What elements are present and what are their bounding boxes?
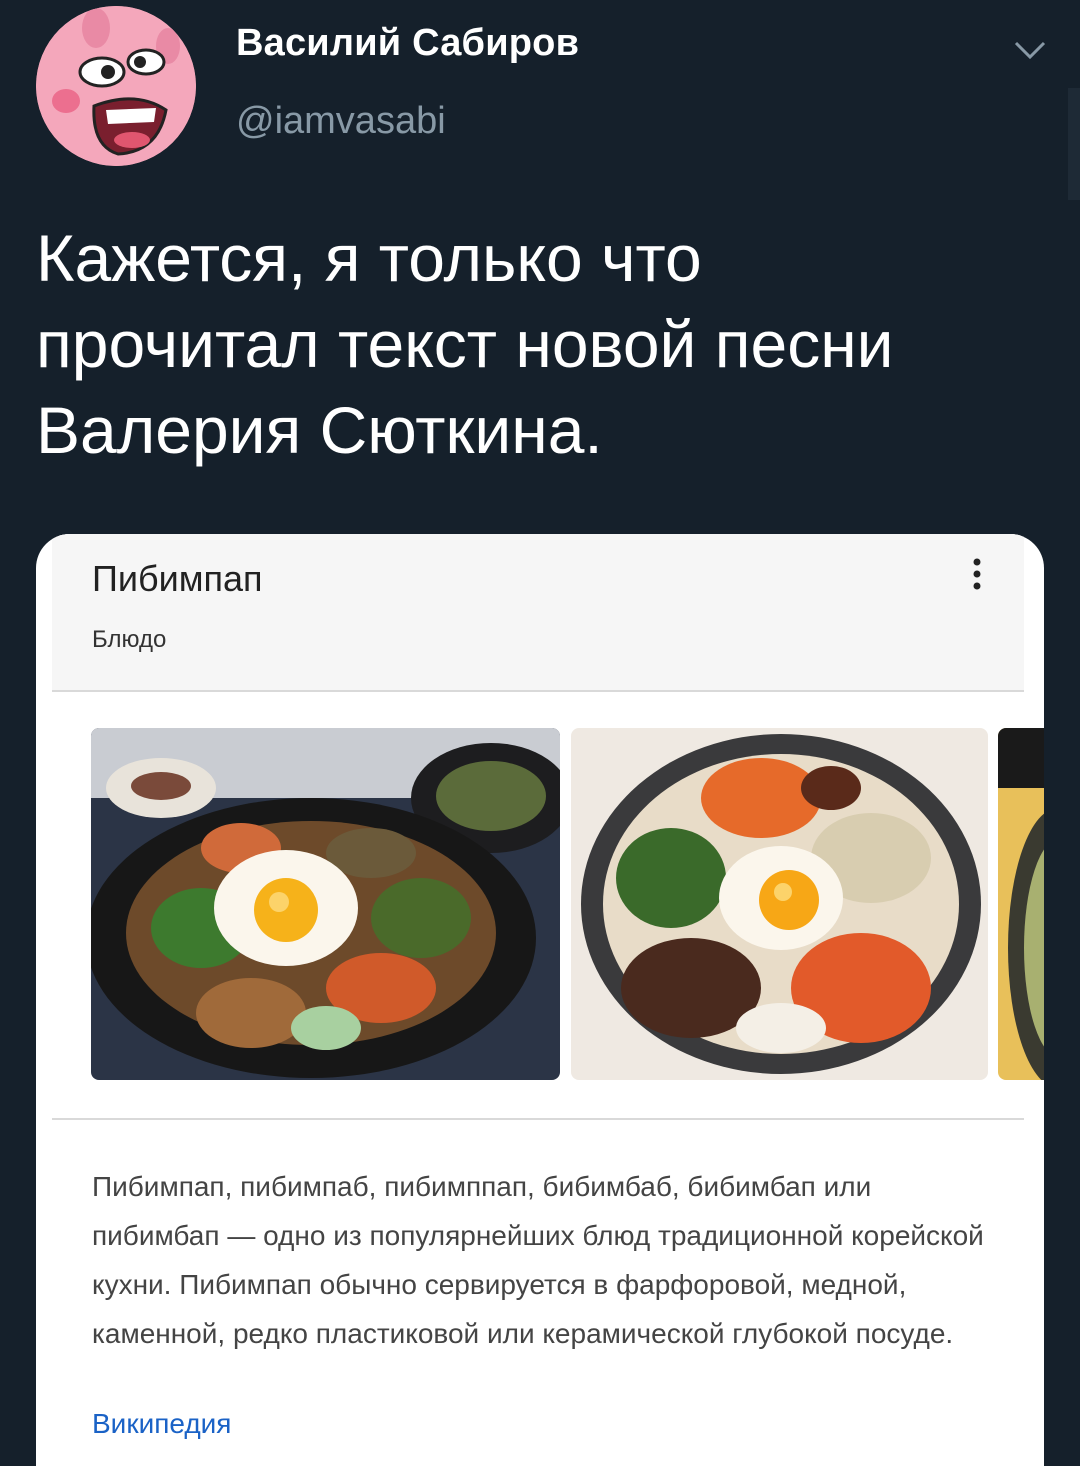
knowledge-card[interactable]: Пибимпап Блюдо Пибимпап, пибимпаб, пибим…: [36, 534, 1044, 1466]
tweet-header: Василий Сабиров @iamvasabi: [0, 0, 1080, 200]
pig-avatar-icon[interactable]: [36, 6, 196, 166]
more-options-icon[interactable]: [962, 554, 992, 594]
card-header: Пибимпап Блюдо: [52, 534, 1024, 692]
bibimbap-photo-3[interactable]: [998, 728, 1044, 1080]
card-description: Пибимпап, пибимпаб, пибимппап, бибимбаб,…: [92, 1171, 984, 1349]
card-divider: [52, 1118, 1024, 1120]
author-handle[interactable]: @iamvasabi: [236, 100, 446, 143]
wikipedia-link[interactable]: Википедия: [92, 1408, 231, 1440]
card-subtitle: Блюдо: [92, 626, 167, 653]
chevron-down-icon[interactable]: [1010, 30, 1050, 70]
side-strip: [1068, 88, 1080, 200]
author-name[interactable]: Василий Сабиров: [236, 22, 579, 65]
card-title: Пибимпап: [92, 558, 263, 599]
bibimbap-photo-1[interactable]: [91, 728, 560, 1080]
bibimbap-photo-2[interactable]: [571, 728, 988, 1080]
tweet-text: Кажется, я только что прочитал текст нов…: [36, 221, 894, 467]
